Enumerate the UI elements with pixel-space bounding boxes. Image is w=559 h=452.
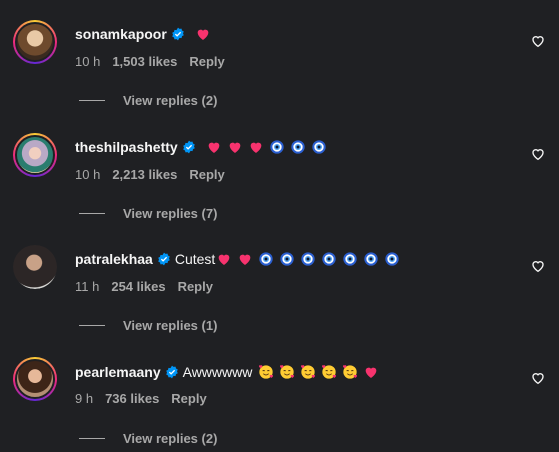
comment-item: theshilpashetty 10 h 2,213 likes Reply V… — [0, 113, 559, 226]
heart-emoji-icon — [208, 142, 220, 153]
verified-badge-icon — [182, 140, 195, 154]
view-replies-button[interactable]: View replies (2) — [79, 431, 217, 446]
replies-divider — [79, 213, 105, 214]
comment-text: Cutest — [175, 251, 400, 267]
avatar[interactable] — [13, 20, 57, 64]
like-heart-icon[interactable] — [530, 258, 546, 274]
view-replies-button[interactable]: View replies (7) — [79, 206, 217, 221]
nazar-amulet-emoji-icon — [280, 252, 294, 266]
replies-divider — [79, 438, 105, 439]
nazar-amulet-emoji-icon — [270, 140, 284, 154]
like-heart-icon[interactable] — [530, 370, 546, 386]
comment-text-content: Awwwwww — [182, 364, 253, 380]
reply-button[interactable]: Reply — [178, 279, 213, 294]
verified-badge-icon — [172, 27, 184, 41]
heart-emoji-icon — [366, 367, 377, 378]
comment-item: patralekhaa Cutest 11 h 254 likes Reply — [0, 225, 559, 338]
comment-text — [200, 139, 327, 155]
like-heart-icon[interactable] — [530, 146, 546, 162]
nazar-amulet-emoji-icon — [385, 252, 399, 266]
comment-time: 10 h — [75, 167, 101, 182]
smiling-face-with-hearts-emoji-icon — [343, 365, 358, 379]
view-replies-label: View replies (2) — [123, 93, 218, 108]
comment-text: Awwwwww — [183, 364, 380, 380]
heart-emoji-icon — [239, 254, 251, 265]
heart-emoji-icon — [229, 142, 241, 153]
heart-emoji-icon — [197, 29, 209, 40]
comment-item: pearlemaany Awwwwww 9 h 736 likes Reply … — [0, 338, 559, 451]
avatar[interactable] — [13, 245, 57, 289]
smiling-face-with-hearts-emoji-icon — [301, 365, 316, 379]
comment-text-content: Cutest — [174, 251, 216, 267]
reply-button[interactable]: Reply — [189, 167, 224, 182]
nazar-amulet-emoji-icon — [259, 252, 273, 266]
heart-emoji-icon — [250, 142, 262, 153]
reply-button[interactable]: Reply — [189, 54, 224, 69]
comment-likes[interactable]: 254 likes — [111, 279, 165, 294]
nazar-amulet-emoji-icon — [312, 140, 326, 154]
comment-time: 10 h — [75, 54, 101, 69]
heart-emoji-icon — [218, 254, 230, 265]
view-replies-button[interactable]: View replies (2) — [79, 93, 217, 108]
verified-badge-icon — [158, 252, 170, 266]
comment-username[interactable]: patralekhaa — [75, 251, 153, 267]
smiling-face-with-hearts-emoji-icon — [322, 365, 337, 379]
nazar-amulet-emoji-icon — [343, 252, 357, 266]
comment-likes[interactable]: 2,213 likes — [112, 167, 177, 182]
nazar-amulet-emoji-icon — [364, 252, 378, 266]
view-replies-button[interactable]: View replies (1) — [79, 318, 217, 333]
view-replies-label: View replies (7) — [123, 206, 218, 221]
nazar-amulet-emoji-icon — [291, 140, 305, 154]
reply-button[interactable]: Reply — [171, 391, 206, 406]
verified-badge-icon — [165, 365, 178, 379]
avatar[interactable] — [13, 133, 57, 177]
comments-list: sonamkapoor 10 h 1,503 likes Reply View … — [0, 0, 559, 452]
like-heart-icon[interactable] — [530, 33, 546, 49]
comment-likes[interactable]: 1,503 likes — [112, 54, 177, 69]
comment-text — [189, 26, 211, 42]
comment-username[interactable]: theshilpashetty — [75, 139, 178, 155]
comment-username[interactable]: sonamkapoor — [75, 26, 167, 42]
nazar-amulet-emoji-icon — [322, 252, 336, 266]
comment-item: sonamkapoor 10 h 1,503 likes Reply View … — [0, 0, 559, 113]
replies-divider — [79, 325, 105, 326]
comment-time: 9 h — [75, 391, 94, 406]
comment-likes[interactable]: 736 likes — [105, 391, 159, 406]
nazar-amulet-emoji-icon — [301, 252, 315, 266]
view-replies-label: View replies (1) — [123, 318, 218, 333]
avatar[interactable] — [13, 357, 57, 401]
replies-divider — [79, 100, 105, 101]
smiling-face-with-hearts-emoji-icon — [259, 365, 274, 379]
view-replies-label: View replies (2) — [123, 431, 218, 446]
comment-time: 11 h — [75, 279, 100, 294]
smiling-face-with-hearts-emoji-icon — [280, 365, 295, 379]
comment-username[interactable]: pearlemaany — [75, 364, 161, 380]
